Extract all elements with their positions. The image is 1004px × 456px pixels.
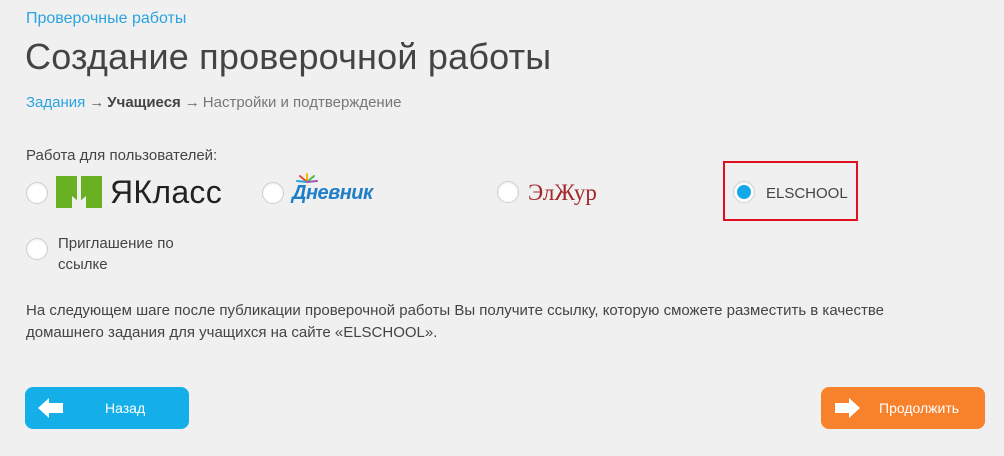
radio-yaklass[interactable]: [26, 182, 48, 204]
yaklass-logo-text: ЯКласс: [110, 173, 223, 210]
continue-button-label: Продолжить: [879, 400, 960, 416]
radio-selected-dot-icon: [737, 185, 751, 199]
audience-label: Работа для пользователей:: [26, 147, 218, 164]
arrow-right-icon: [835, 398, 860, 418]
continue-button[interactable]: Продолжить: [821, 387, 985, 429]
yaklass-book-icon: [56, 176, 102, 208]
next-step-notice: На следующем шаге после публикации прове…: [26, 302, 885, 341]
step-settings: Настройки и подтверждение: [202, 94, 402, 111]
radio-invite-link[interactable]: [26, 238, 48, 260]
step-tasks[interactable]: Задания: [26, 94, 85, 111]
step-arrow-icon: →: [89, 94, 105, 111]
page-title: Создание проверочной работы: [25, 36, 552, 77]
back-button-label: Назад: [105, 400, 146, 416]
elzhur-logo[interactable]: ЭлЖур: [528, 180, 597, 206]
radio-elzhur[interactable]: [497, 181, 519, 203]
invite-link-label[interactable]: Приглашение по ссылке: [58, 233, 208, 275]
step-students: Учащиеся: [107, 94, 181, 111]
radio-elschool[interactable]: [733, 181, 755, 203]
breadcrumb-tests-link[interactable]: Проверочные работы: [26, 10, 186, 28]
arrow-left-icon: [38, 398, 63, 418]
yaklass-logo[interactable]: ЯКласс: [56, 174, 222, 210]
wizard-steps: Задания → Учащиеся → Настройки и подтвержден…: [26, 94, 401, 111]
radio-dnevnik[interactable]: [262, 182, 284, 204]
step-arrow-icon: →: [184, 94, 200, 111]
elschool-label[interactable]: ELSCHOOL: [766, 185, 848, 202]
dnevnik-logo-text: Дневник: [292, 182, 373, 204]
back-button[interactable]: Назад: [25, 387, 189, 429]
